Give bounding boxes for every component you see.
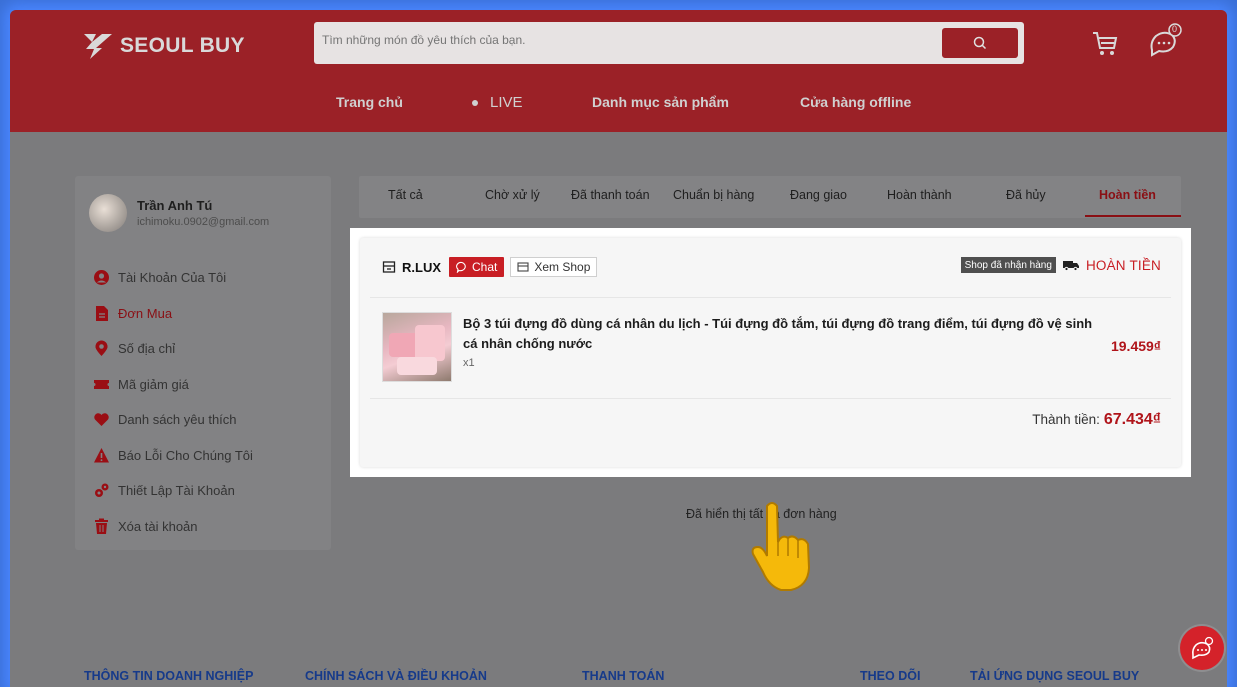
- nav-home[interactable]: Trang chủ: [336, 94, 403, 110]
- view-shop-button[interactable]: Xem Shop: [510, 257, 598, 277]
- footer-payment[interactable]: THANH TOÁN: [582, 669, 664, 683]
- product-name[interactable]: Bộ 3 túi đựng đồ dùng cá nhân du lịch - …: [463, 314, 1103, 354]
- order-total: Thành tiền: 67.434₫: [1032, 411, 1161, 429]
- account-sidebar: Trần Anh Tú ichimoku.0902@gmail.com Tài …: [75, 176, 331, 550]
- tab-completed[interactable]: Hoàn thành: [887, 188, 952, 202]
- shop-name[interactable]: R.LUX: [402, 260, 441, 275]
- delivery-truck-icon: [1062, 261, 1079, 271]
- profile-name: Trần Anh Tú: [137, 198, 213, 213]
- profile-email: ichimoku.0902@gmail.com: [137, 216, 270, 228]
- divider: [370, 297, 1171, 298]
- document-icon: [96, 305, 108, 321]
- search-bar: [314, 22, 1024, 64]
- chat-button[interactable]: Chat: [449, 257, 505, 277]
- tab-shipping[interactable]: Đang giao: [790, 188, 847, 202]
- order-status: HOÀN TIỀN: [1085, 257, 1161, 273]
- user-circle-icon: [94, 270, 109, 286]
- total-label: Thành tiền:: [1032, 412, 1100, 427]
- sidebar-item-report-bug[interactable]: Báo Lỗi Cho Chúng Tôi: [93, 438, 253, 474]
- sidebar-item-vouchers[interactable]: Mã giảm giá: [93, 367, 253, 403]
- tab-preparing[interactable]: Chuẩn bị hàng: [673, 188, 754, 202]
- brand-logo[interactable]: SEOUL BUY: [82, 32, 245, 60]
- screen-frame: SEOUL BUY 0: [0, 0, 1237, 687]
- sidebar-item-label: Số địa chỉ: [118, 341, 176, 357]
- site-footer: THÔNG TIN DOANH NGHIỆP CHÍNH SÁCH VÀ ĐIỀ…: [10, 662, 1227, 687]
- footer-download-app[interactable]: TẢI ỨNG DỤNG SEOUL BUY: [970, 669, 1139, 683]
- site-header: SEOUL BUY 0: [10, 10, 1227, 132]
- logo-mark-icon: [84, 34, 112, 59]
- order-card: R.LUX Chat Xem Shop Shop đã nhận hàng HO…: [360, 238, 1181, 467]
- active-tab-indicator: [1085, 215, 1181, 217]
- notification-chat-icon[interactable]: 0: [1146, 22, 1184, 60]
- sidebar-item-delete-account[interactable]: Xóa tài khoản: [93, 509, 253, 545]
- view-shop-label: Xem Shop: [534, 260, 591, 274]
- shop-icon: [382, 261, 396, 273]
- sidebar-item-label: Danh sách yêu thích: [118, 412, 237, 428]
- ticket-icon: [94, 379, 109, 389]
- footer-follow[interactable]: THEO DÕI: [860, 669, 920, 683]
- sidebar-item-label: Mã giảm giá: [118, 376, 189, 392]
- chat-bubble-icon: [456, 261, 466, 273]
- footer-company-info[interactable]: THÔNG TIN DOANH NGHIỆP: [84, 669, 253, 683]
- sidebar-item-label: Tài Khoản Của Tôi: [118, 270, 227, 286]
- order-tabs: Tất cả Chờ xử lý Đã thanh toán Chuẩn bị …: [359, 176, 1181, 218]
- main-nav: Trang chủ LIVE Danh mục sản phẩm Cửa hàn…: [10, 94, 1227, 118]
- product-price: 19.459₫: [1110, 338, 1161, 354]
- tab-pending[interactable]: Chờ xử lý: [485, 188, 540, 202]
- nav-live[interactable]: LIVE: [472, 94, 523, 111]
- product-image[interactable]: [382, 312, 452, 382]
- heart-icon: [94, 413, 109, 427]
- sidebar-item-address[interactable]: Số địa chỉ: [93, 331, 253, 367]
- sidebar-item-wishlist[interactable]: Danh sách yêu thích: [93, 402, 253, 438]
- nav-offline-store[interactable]: Cửa hàng offline: [800, 94, 911, 110]
- brand-name: SEOUL BUY: [120, 34, 245, 57]
- avatar[interactable]: [89, 194, 127, 232]
- pointing-hand-icon: [751, 502, 811, 591]
- tab-refund[interactable]: Hoàn tiền: [1099, 188, 1156, 202]
- divider: [370, 398, 1171, 399]
- sidebar-item-label: Xóa tài khoản: [118, 518, 198, 534]
- product-quantity: x1: [463, 357, 475, 369]
- sidebar-item-my-account[interactable]: Tài Khoản Của Tôi: [93, 260, 253, 296]
- settings-icon: [95, 483, 109, 498]
- tab-cancelled[interactable]: Đã hủy: [1006, 188, 1046, 202]
- order-highlight: R.LUX Chat Xem Shop Shop đã nhận hàng HO…: [350, 228, 1191, 477]
- tab-all[interactable]: Tất cả: [388, 188, 423, 202]
- app-screen: SEOUL BUY 0: [10, 10, 1227, 687]
- status-badge: Shop đã nhận hàng: [960, 257, 1056, 273]
- floating-chat-button[interactable]: [1180, 626, 1224, 670]
- chat-button-label: Chat: [472, 260, 498, 274]
- search-icon: [973, 36, 987, 50]
- search-button[interactable]: [942, 28, 1018, 58]
- nav-categories[interactable]: Danh mục sản phẩm: [592, 94, 729, 110]
- search-input[interactable]: [322, 33, 922, 47]
- store-icon: [517, 262, 529, 272]
- profile-summary: Trần Anh Tú ichimoku.0902@gmail.com: [89, 194, 269, 232]
- sidebar-item-orders[interactable]: Đơn Mua: [93, 296, 253, 332]
- total-value: 67.434₫: [1103, 411, 1161, 428]
- warning-icon: [94, 447, 109, 463]
- sidebar-item-label: Đơn Mua: [118, 305, 173, 321]
- shop-row: R.LUX Chat Xem Shop: [382, 257, 598, 277]
- notification-count: 0: [1172, 24, 1178, 34]
- nav-live-label: LIVE: [490, 94, 523, 111]
- location-pin-icon: [95, 340, 108, 357]
- live-dot-icon: [472, 100, 478, 107]
- sidebar-item-account-settings[interactable]: Thiết Lập Tài Khoản: [93, 473, 253, 509]
- order-status-row: Shop đã nhận hàng HOÀN TIỀN: [960, 257, 1161, 273]
- footer-policy[interactable]: CHÍNH SÁCH VÀ ĐIỀU KHOẢN: [305, 669, 487, 683]
- sidebar-item-label: Báo Lỗi Cho Chúng Tôi: [118, 447, 253, 463]
- trash-icon: [95, 518, 108, 534]
- chat-support-icon: [1192, 636, 1214, 660]
- cart-icon[interactable]: [1090, 28, 1120, 58]
- sidebar-menu: Tài Khoản Của Tôi Đơn Mua Số địa chỉ Mã …: [93, 260, 253, 544]
- tab-paid[interactable]: Đã thanh toán: [571, 188, 650, 202]
- sidebar-item-label: Thiết Lập Tài Khoản: [118, 483, 235, 499]
